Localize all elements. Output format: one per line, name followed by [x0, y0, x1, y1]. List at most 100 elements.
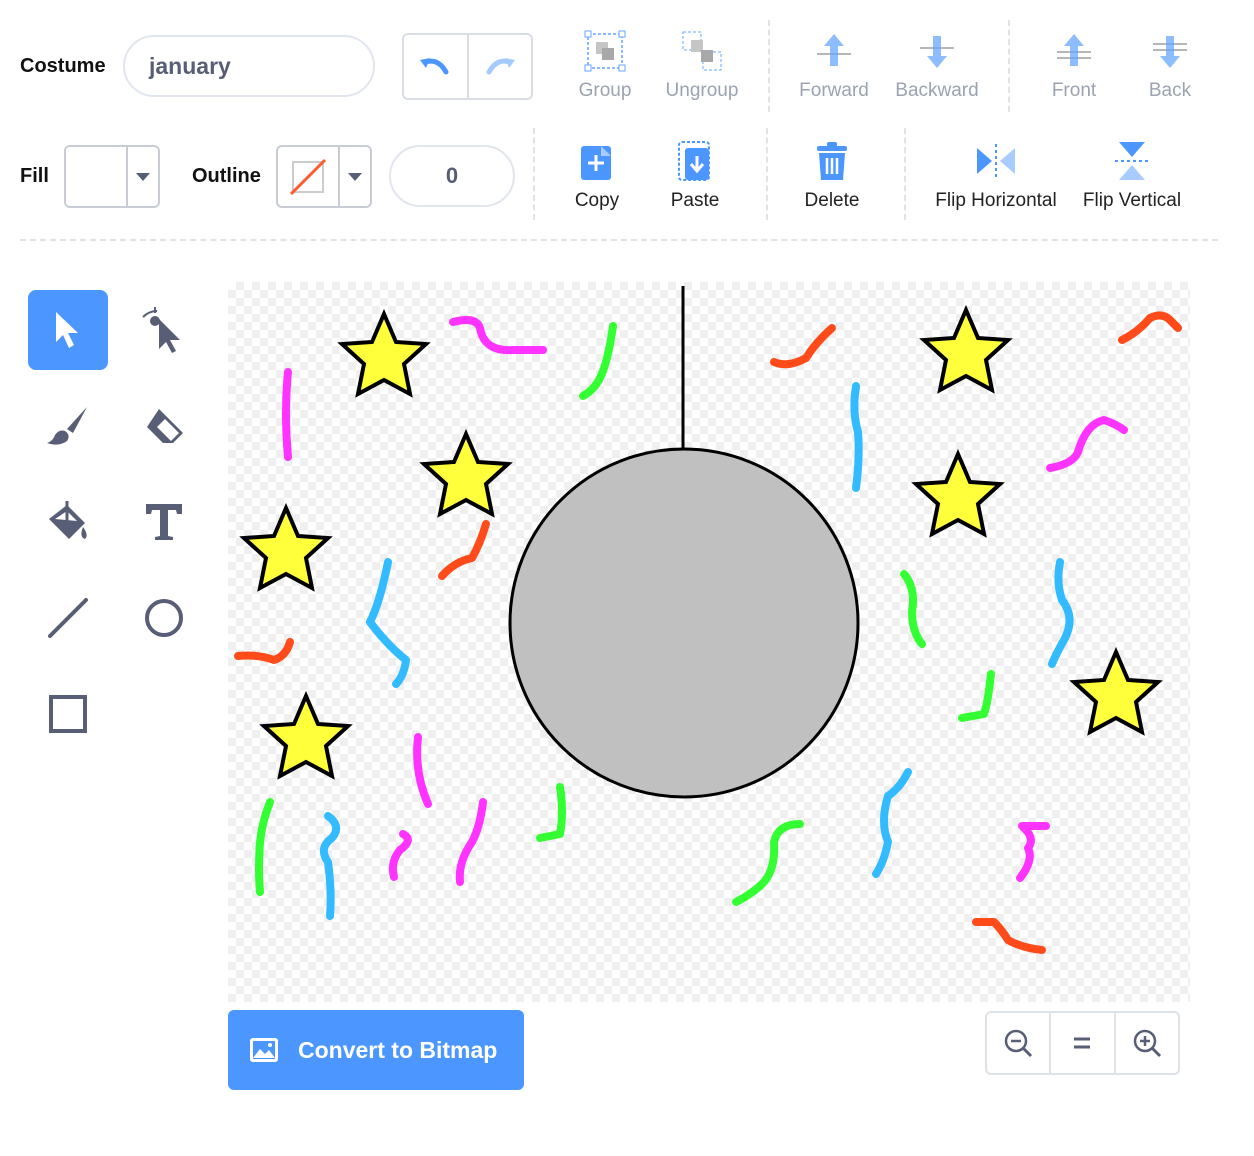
forward-arrow-icon [817, 34, 851, 66]
copy-button[interactable]: Copy [562, 140, 632, 212]
front-label: Front [1051, 80, 1097, 101]
delete-label: Delete [804, 190, 860, 211]
paint-bucket-icon [49, 501, 87, 539]
zoom-controls [985, 1011, 1180, 1075]
outline-label: Outline [192, 165, 261, 187]
convert-to-bitmap-label: Convert to Bitmap [298, 1036, 498, 1063]
chevron-down-icon [136, 172, 150, 181]
confetti-squiggle [1048, 558, 1074, 668]
confetti-squiggle [234, 638, 294, 664]
confetti-squiggle [850, 382, 863, 492]
rectangle-tool[interactable] [28, 674, 108, 754]
confetti-squiggle [900, 570, 926, 648]
arrow-cursor-icon [56, 312, 78, 348]
flip-vertical-button[interactable]: Flip Vertical [1076, 140, 1188, 212]
confetti-squiggle [536, 783, 566, 842]
costume-label: Costume [20, 55, 106, 77]
trash-icon [817, 142, 847, 180]
confetti-squiggle [770, 324, 836, 369]
paste-button[interactable]: Paste [660, 140, 730, 212]
front-arrow-icon [1057, 34, 1091, 66]
star-shape [919, 304, 1013, 394]
confetti-squiggle [1016, 822, 1050, 882]
backward-label: Backward [895, 80, 979, 101]
costume-name-input[interactable]: january [123, 35, 375, 97]
zoom-out-icon [1004, 1029, 1033, 1058]
costume-drawing[interactable] [228, 282, 1190, 1002]
reshape-tool[interactable] [124, 290, 204, 370]
eraser-icon [147, 409, 183, 443]
eraser-tool[interactable] [124, 386, 204, 466]
toolbar-divider [904, 128, 906, 220]
disco-ball [508, 447, 860, 799]
rectangle-icon [49, 695, 87, 733]
paste-label: Paste [670, 190, 720, 211]
fill-tool[interactable] [28, 482, 108, 562]
confetti-squiggle [388, 830, 412, 881]
back-arrow-icon [1153, 36, 1187, 68]
fill-color-picker[interactable] [64, 145, 160, 208]
zoom-reset-button[interactable] [1049, 1013, 1113, 1073]
equals-icon [1074, 1037, 1091, 1049]
toolbar-divider [768, 20, 770, 112]
convert-to-bitmap-button[interactable]: Convert to Bitmap [228, 1010, 524, 1090]
group-label: Group [578, 80, 632, 101]
confetti-squiggle [255, 798, 274, 896]
confetti-squiggle [872, 768, 912, 878]
select-tool[interactable] [28, 290, 108, 370]
star-shape [239, 502, 333, 592]
circle-icon [145, 599, 183, 637]
forward-button[interactable]: Forward [795, 30, 873, 102]
confetti-squiggle [1118, 311, 1182, 344]
brush-icon [47, 407, 87, 445]
back-label: Back [1148, 80, 1192, 101]
copy-icon [581, 146, 611, 180]
reshape-cursor-icon [142, 307, 180, 353]
zoom-in-button[interactable] [1113, 1013, 1178, 1073]
group-icon [584, 30, 626, 72]
bitmap-image-icon [250, 1038, 278, 1062]
text-t-icon [146, 504, 182, 540]
confetti-squiggle [319, 812, 341, 920]
zoom-out-button[interactable] [987, 1013, 1049, 1073]
flip-horizontal-button[interactable]: Flip Horizontal [926, 140, 1066, 212]
ungroup-label: Ungroup [665, 80, 739, 101]
outline-swatch [278, 147, 338, 206]
paint-canvas[interactable] [228, 282, 1190, 1002]
paste-icon [678, 141, 710, 181]
backward-button[interactable]: Backward [890, 30, 984, 102]
toolbar-divider [766, 128, 768, 220]
text-tool[interactable] [124, 482, 204, 562]
confetti-squiggle [282, 368, 292, 461]
flip-horizontal-icon [977, 144, 1015, 178]
confetti-squiggle [732, 820, 804, 906]
redo-button[interactable] [466, 35, 532, 98]
confetti-squiggle [366, 558, 410, 688]
undo-redo-group [402, 33, 533, 100]
fill-swatch [66, 147, 126, 206]
brush-tool[interactable] [28, 386, 108, 466]
confetti-squiggle [972, 918, 1046, 954]
chevron-down-icon [348, 172, 362, 181]
backward-arrow-icon [920, 36, 954, 68]
flip-horizontal-label: Flip Horizontal [935, 190, 1057, 211]
line-tool[interactable] [28, 578, 108, 658]
toolbar-bottom-divider [20, 239, 1218, 241]
group-button[interactable]: Group [565, 30, 645, 102]
outline-color-picker[interactable] [276, 145, 372, 208]
star-shape [337, 308, 431, 398]
line-icon [48, 598, 88, 638]
back-button[interactable]: Back [1136, 30, 1204, 102]
undo-icon [420, 57, 449, 74]
redo-icon [486, 57, 515, 74]
undo-button[interactable] [404, 35, 467, 98]
outline-width-input[interactable]: 0 [389, 145, 515, 207]
zoom-in-icon [1133, 1029, 1161, 1058]
front-button[interactable]: Front [1040, 30, 1108, 102]
delete-button[interactable]: Delete [796, 140, 868, 212]
confetti-squiggle [455, 798, 487, 886]
ungroup-button[interactable]: Ungroup [660, 30, 744, 102]
circle-tool[interactable] [124, 578, 204, 658]
ungroup-icon [682, 31, 722, 71]
toolbar-divider [1008, 20, 1010, 112]
